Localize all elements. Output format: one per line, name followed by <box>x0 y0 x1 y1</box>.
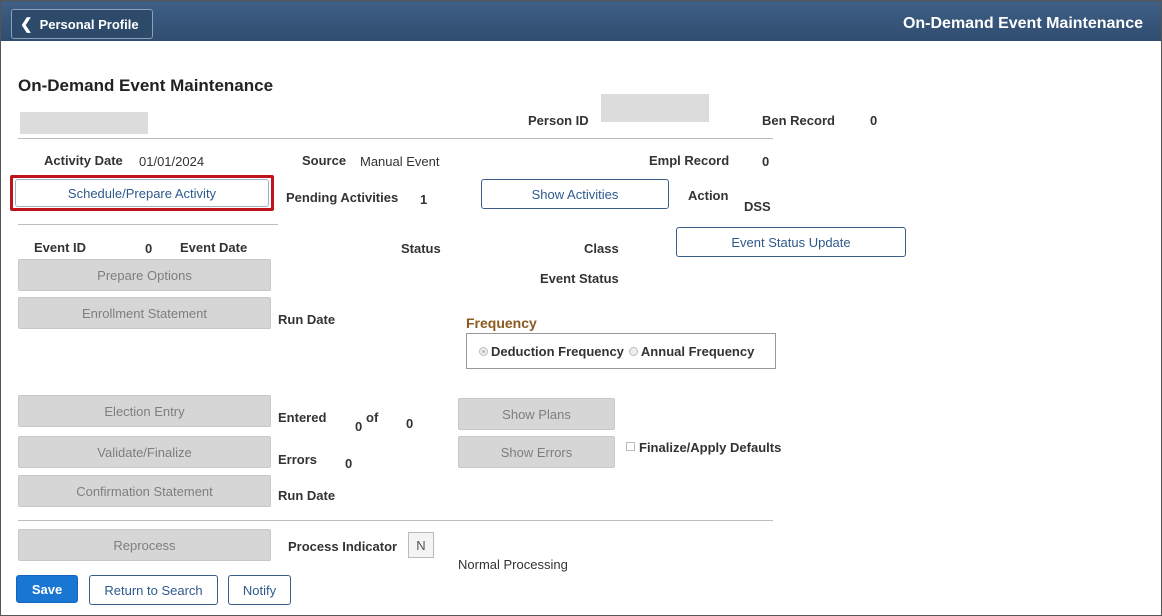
page-title: On-Demand Event Maintenance <box>18 76 274 95</box>
frequency-title: Frequency <box>466 315 537 331</box>
finalize-apply-defaults-checkbox[interactable] <box>626 442 635 451</box>
validate-finalize-button[interactable]: Validate/Finalize <box>18 436 271 468</box>
confirmation-run-date-label: Run Date <box>278 488 336 503</box>
finalize-apply-defaults-label: Finalize/Apply Defaults <box>639 440 782 455</box>
back-button-label: Personal Profile <box>39 16 139 32</box>
person-id-label: Person ID <box>528 113 589 128</box>
show-activities-button[interactable]: Show Activities <box>481 179 669 209</box>
activity-date-value: 01/01/2024 <box>139 154 205 169</box>
class-label: Class <box>584 241 619 256</box>
show-plans-button[interactable]: Show Plans <box>458 398 615 430</box>
errors-value: 0 <box>345 456 353 471</box>
return-to-search-button[interactable]: Return to Search <box>89 575 218 605</box>
back-to-personal-profile-button[interactable]: ❮ Personal Profile <box>11 9 153 39</box>
process-indicator-label: Process Indicator <box>288 539 398 554</box>
pending-activities-value: 1 <box>420 192 428 207</box>
schedule-prepare-activity-button[interactable]: Schedule/Prepare Activity <box>15 179 269 207</box>
entered-label: Entered <box>278 410 327 425</box>
top-header-bar: ❮ Personal Profile On-Demand Event Maint… <box>1 1 1161 41</box>
source-value: Manual Event <box>360 154 440 169</box>
process-indicator-description: Normal Processing <box>458 557 568 572</box>
header-title: On-Demand Event Maintenance <box>902 15 1143 32</box>
run-date-label: Run Date <box>278 312 336 327</box>
divider <box>18 224 278 225</box>
election-entry-button[interactable]: Election Entry <box>18 395 271 427</box>
of-value: 0 <box>406 416 414 431</box>
status-label: Status <box>401 241 441 256</box>
entered-value: 0 <box>355 419 363 434</box>
action-value: DSS <box>744 199 771 214</box>
chevron-left-icon: ❮ <box>20 16 33 33</box>
activity-date-label: Activity Date <box>44 153 123 168</box>
process-indicator-field[interactable]: N <box>408 532 434 558</box>
empl-record-value: 0 <box>762 154 770 169</box>
redacted-person-id <box>601 94 709 122</box>
event-status-label: Event Status <box>540 271 619 286</box>
save-button[interactable]: Save <box>16 575 78 603</box>
ben-record-label: Ben Record <box>762 113 835 128</box>
annual-frequency-label: Annual Frequency <box>640 343 755 359</box>
annual-frequency-radio[interactable] <box>628 346 638 356</box>
deduction-frequency-radio[interactable] <box>479 346 488 356</box>
event-status-update-button[interactable]: Event Status Update <box>676 227 906 257</box>
event-id-value: 0 <box>145 241 153 256</box>
action-label: Action <box>688 188 729 203</box>
of-label: of <box>366 410 379 425</box>
divider <box>18 138 773 139</box>
source-label: Source <box>302 153 347 168</box>
errors-label: Errors <box>278 452 318 467</box>
notify-button[interactable]: Notify <box>228 575 291 605</box>
show-errors-button[interactable]: Show Errors <box>458 436 615 468</box>
reprocess-button[interactable]: Reprocess <box>18 529 271 561</box>
redacted-name <box>20 112 148 134</box>
empl-record-label: Empl Record <box>649 153 730 168</box>
deduction-frequency-label: Deduction Frequency <box>491 343 624 359</box>
pending-activities-label: Pending Activities <box>286 190 399 205</box>
enrollment-statement-button[interactable]: Enrollment Statement <box>18 297 271 329</box>
ben-record-value: 0 <box>870 113 878 128</box>
event-id-label: Event ID <box>34 240 87 255</box>
divider <box>18 520 773 521</box>
confirmation-statement-button[interactable]: Confirmation Statement <box>18 475 271 507</box>
frequency-radio-group: Deduction Frequency Annual Frequency <box>466 333 776 369</box>
prepare-options-button[interactable]: Prepare Options <box>18 259 271 291</box>
event-date-label: Event Date <box>180 240 248 255</box>
